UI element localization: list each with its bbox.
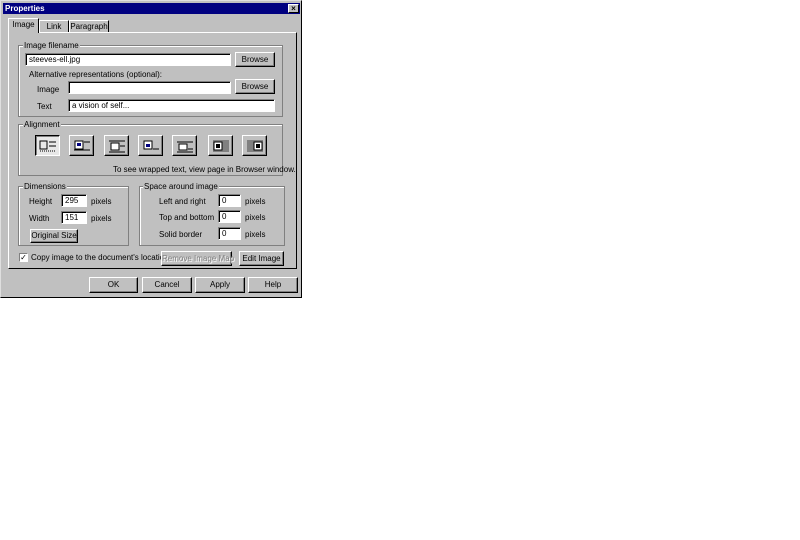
- alt-text-label: Text: [37, 102, 52, 111]
- apply-button[interactable]: Apply: [195, 277, 245, 293]
- edit-image-button[interactable]: Edit Image: [239, 251, 284, 266]
- align-text-wrap-button[interactable]: [35, 135, 60, 156]
- remove-image-map-button[interactable]: Remove Image Map: [161, 251, 234, 266]
- height-label: Height: [29, 197, 53, 206]
- image-filename-input[interactable]: steeves-ell.jpg: [25, 53, 231, 66]
- original-size-button[interactable]: Original Size: [30, 229, 78, 243]
- height-input[interactable]: 295: [61, 194, 87, 207]
- solid-border-input[interactable]: 0: [218, 227, 241, 240]
- alignment-legend: Alignment: [23, 120, 61, 129]
- align-top-icon: [74, 140, 90, 151]
- left-right-input[interactable]: 0: [218, 194, 241, 207]
- alt-text-input[interactable]: a vision of self...: [68, 99, 275, 112]
- align-text-wrap-icon: [39, 140, 56, 152]
- align-left-wrap-icon: [213, 140, 229, 152]
- width-unit: pixels: [91, 214, 112, 223]
- solid-border-label: Solid border: [159, 230, 203, 239]
- align-bottom-icon: [143, 140, 159, 150]
- browse-button[interactable]: Browse: [235, 52, 275, 67]
- image-filename-legend: Image filename: [23, 41, 80, 50]
- properties-dialog: Properties × Image Link Paragraph Image …: [0, 0, 302, 298]
- space-around-image-legend: Space around image: [143, 182, 219, 191]
- checkmark-icon: ✓: [20, 253, 27, 262]
- copy-image-checkbox[interactable]: ✓: [19, 253, 28, 262]
- align-middle-button[interactable]: [104, 135, 129, 156]
- align-right-wrap-button[interactable]: [242, 135, 267, 156]
- align-top-button[interactable]: [69, 135, 94, 156]
- width-label: Width: [29, 214, 50, 223]
- solid-border-unit: pixels: [245, 230, 266, 239]
- height-unit: pixels: [91, 197, 112, 206]
- help-button[interactable]: Help: [248, 277, 298, 293]
- align-middle-icon: [109, 140, 125, 153]
- close-button[interactable]: ×: [288, 4, 299, 13]
- align-bottom-button[interactable]: [138, 135, 163, 156]
- cancel-button[interactable]: Cancel: [142, 277, 192, 293]
- align-baseline-button[interactable]: [172, 135, 197, 156]
- top-bottom-unit: pixels: [245, 213, 266, 222]
- close-icon: ×: [291, 4, 296, 13]
- ok-button[interactable]: OK: [89, 277, 138, 293]
- copy-image-label: Copy image to the document's location: [31, 253, 169, 262]
- top-bottom-input[interactable]: 0: [218, 210, 241, 223]
- dimensions-legend: Dimensions: [23, 182, 67, 191]
- width-input[interactable]: 151: [61, 211, 87, 224]
- align-left-wrap-button[interactable]: [208, 135, 233, 156]
- align-right-wrap-icon: [247, 140, 263, 152]
- left-right-label: Left and right: [159, 197, 206, 206]
- left-right-unit: pixels: [245, 197, 266, 206]
- align-baseline-icon: [177, 141, 193, 153]
- tab-image[interactable]: Image: [8, 18, 39, 33]
- alignment-note: To see wrapped text, view page in Browse…: [113, 165, 296, 174]
- top-bottom-label: Top and bottom: [159, 213, 215, 222]
- alt-browse-button[interactable]: Browse: [235, 79, 275, 94]
- alt-image-label: Image: [37, 85, 60, 94]
- dialog-title: Properties: [5, 4, 45, 13]
- alt-image-input[interactable]: [68, 81, 231, 94]
- title-bar[interactable]: Properties ×: [3, 3, 300, 14]
- alt-representations-heading: Alternative representations (optional):: [29, 70, 162, 79]
